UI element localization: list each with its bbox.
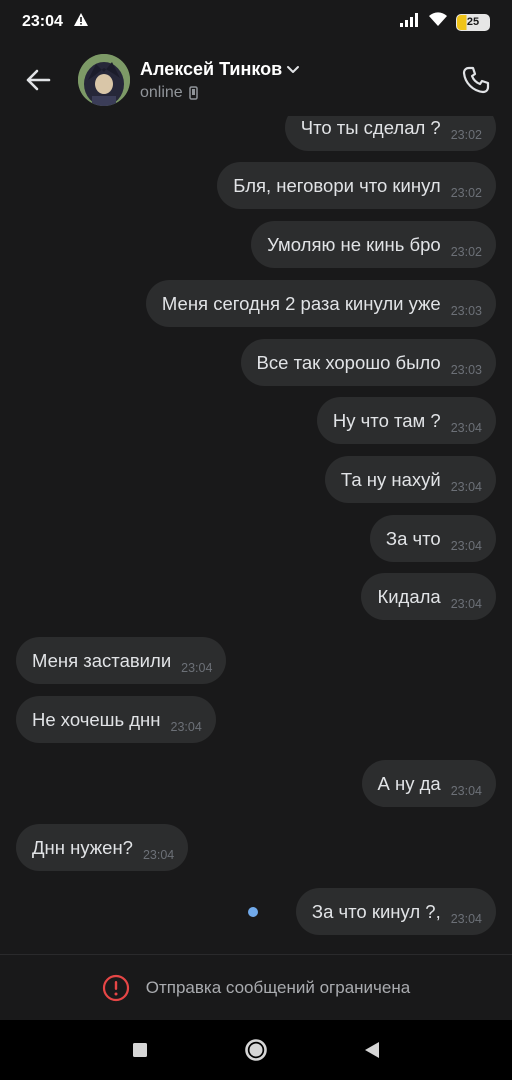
message-time: 23:04 <box>181 660 213 675</box>
message-bubble-incoming[interactable]: Днн нужен? 23:04 <box>16 824 189 871</box>
message-time: 23:04 <box>450 911 482 926</box>
system-navigation-bar <box>0 1020 512 1080</box>
message-time: 23:04 <box>450 538 482 553</box>
message-text: Днн нужен? <box>32 836 133 858</box>
signal-icon <box>400 12 420 32</box>
message-bubble-incoming[interactable]: Не хочешь днн 23:04 <box>16 696 216 743</box>
call-button[interactable] <box>456 60 496 100</box>
message-list[interactable]: Что ты сделал ? 23:02 Бля, неговори что … <box>0 116 512 954</box>
message-text: Ну что там ? <box>332 409 441 431</box>
exclamation-circle-icon <box>102 974 129 1001</box>
message-bubble-outgoing[interactable]: Умоляю не кинь бро 23:02 <box>251 221 496 268</box>
wifi-icon <box>428 12 448 32</box>
message-bubble-outgoing[interactable]: Бля, неговори что кинул 23:02 <box>217 162 496 209</box>
message-time: 23:04 <box>170 719 202 734</box>
message-time: 23:03 <box>450 362 482 377</box>
message-bubble-outgoing[interactable]: Что ты сделал ? 23:02 <box>284 116 496 151</box>
messaging-restricted-bar: Отправка сообщений ограничена <box>0 954 512 1020</box>
message-text: Бля, неговори что кинул <box>233 174 441 196</box>
unread-indicator-dot <box>248 907 258 917</box>
message-time: 23:04 <box>450 783 482 798</box>
message-bubble-outgoing[interactable]: За что кинул ?, 23:04 <box>295 888 496 935</box>
message-time: 23:02 <box>450 185 482 200</box>
screen: 23:04 25 Алексей Тинков online Что ты сд… <box>0 0 512 1080</box>
contact-status-row: online <box>140 84 456 102</box>
message-text: Умоляю не кинь бро <box>267 233 441 255</box>
avatar[interactable] <box>78 54 130 106</box>
message-bubble-outgoing[interactable]: Меня сегодня 2 раза кинули уже 23:03 <box>145 280 496 327</box>
message-text: Меня сегодня 2 раза кинули уже <box>161 292 441 314</box>
message-time: 23:02 <box>450 127 482 142</box>
message-bubble-incoming[interactable]: Меня заставили 23:04 <box>16 637 227 684</box>
message-text: А ну да <box>377 772 441 794</box>
message-text: Кидала <box>377 585 441 607</box>
message-bubble-outgoing[interactable]: А ну да 23:04 <box>361 760 496 807</box>
restriction-text: Отправка сообщений ограничена <box>145 977 411 997</box>
message-text: Не хочешь днн <box>32 708 161 730</box>
message-time: 23:02 <box>450 244 482 259</box>
message-text: Все так хорошо было <box>256 351 441 373</box>
message-text: За что <box>385 527 441 549</box>
message-text: Меня заставили <box>32 649 172 671</box>
message-bubble-outgoing[interactable]: Все так хорошо было 23:03 <box>240 339 496 386</box>
message-bubble-outgoing[interactable]: Ну что там ? 23:04 <box>316 397 496 444</box>
battery-indicator: 25 <box>456 13 490 31</box>
message-time: 23:03 <box>450 303 482 318</box>
message-text: За что кинул ?, <box>311 900 441 922</box>
contact-name-row: Алексей Тинков <box>140 59 456 80</box>
message-time: 23:04 <box>142 847 175 862</box>
circle-icon <box>245 1039 267 1061</box>
status-bar: 23:04 25 <box>0 0 512 44</box>
contact-info[interactable]: Алексей Тинков online <box>140 59 456 102</box>
home-button[interactable] <box>241 1035 271 1065</box>
chevron-down-icon <box>287 66 300 73</box>
contact-status: online <box>140 83 183 101</box>
message-bubble-outgoing[interactable]: Та ну нахуй 23:04 <box>324 456 496 503</box>
phone-icon <box>462 66 490 94</box>
triangle-left-icon <box>365 1042 379 1058</box>
system-back-button[interactable] <box>357 1035 387 1065</box>
mobile-device-icon <box>188 85 198 100</box>
message-text: Что ты сделал ? <box>300 116 441 138</box>
status-time: 23:04 <box>22 13 63 30</box>
message-time: 23:04 <box>450 420 482 435</box>
message-time: 23:04 <box>450 596 482 611</box>
message-time: 23:04 <box>450 479 482 494</box>
chat-header: Алексей Тинков online <box>0 44 512 116</box>
square-icon <box>133 1043 147 1057</box>
arrow-left-icon <box>26 69 51 91</box>
contact-name: Алексей Тинков <box>140 58 283 79</box>
message-text: Та ну нахуй <box>340 468 441 490</box>
back-button[interactable] <box>20 62 56 98</box>
message-bubble-outgoing[interactable]: Кидала 23:04 <box>361 573 496 620</box>
message-bubble-outgoing[interactable]: За что 23:04 <box>369 515 496 562</box>
alert-triangle-icon <box>73 12 89 32</box>
recent-apps-button[interactable] <box>125 1035 155 1065</box>
